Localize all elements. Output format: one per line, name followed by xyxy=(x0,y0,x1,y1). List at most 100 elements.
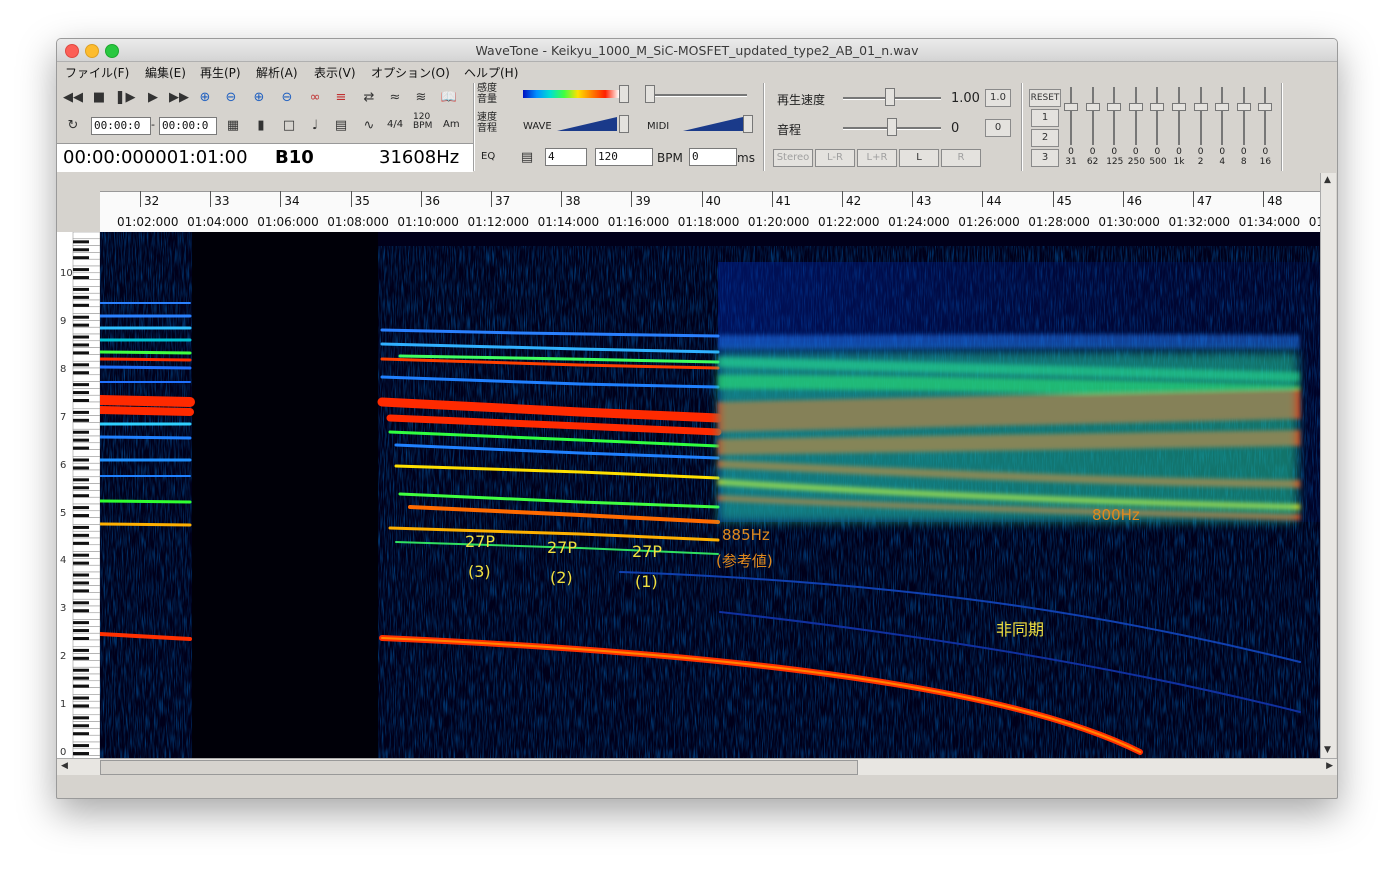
reset-speed-button[interactable]: 1.0 xyxy=(985,89,1011,107)
black-key[interactable] xyxy=(73,648,89,652)
black-key[interactable] xyxy=(73,418,89,422)
chord-label[interactable]: Am xyxy=(443,119,460,130)
white-key[interactable] xyxy=(72,517,100,525)
black-key[interactable] xyxy=(73,410,89,414)
play-icon[interactable]: ▶ xyxy=(143,87,163,107)
eq-band-slider[interactable] xyxy=(1107,87,1122,149)
eq-band-slider[interactable] xyxy=(1193,87,1208,149)
eq-preset-1-button[interactable]: 1 xyxy=(1031,109,1059,127)
black-key[interactable] xyxy=(73,589,89,593)
black-key[interactable] xyxy=(73,514,89,518)
white-key[interactable] xyxy=(72,639,100,648)
black-key[interactable] xyxy=(73,704,89,708)
swap-icon[interactable]: ⇄ xyxy=(359,87,379,107)
loop-icon[interactable]: ↻ xyxy=(63,115,83,135)
selection-end-field[interactable]: 00:00:0 xyxy=(159,117,217,135)
black-key[interactable] xyxy=(73,458,89,462)
black-key[interactable] xyxy=(73,561,89,565)
black-key[interactable] xyxy=(73,240,89,244)
stop-icon[interactable]: ■ xyxy=(89,87,109,107)
menu-edit[interactable]: 編集(E) xyxy=(145,64,186,81)
eq-preset-2-button[interactable]: 2 xyxy=(1031,129,1059,147)
white-key[interactable] xyxy=(72,306,100,314)
black-key[interactable] xyxy=(73,609,89,613)
black-key[interactable] xyxy=(73,399,89,402)
black-key[interactable] xyxy=(73,438,89,442)
reset-pitch-button[interactable]: 0 xyxy=(985,119,1011,137)
expand-horizontal-icon[interactable]: ∞ xyxy=(305,87,325,107)
book-icon[interactable]: 📖 xyxy=(439,87,459,107)
white-key[interactable] xyxy=(72,401,100,410)
playback-speed-thumb[interactable] xyxy=(885,88,895,106)
white-key[interactable] xyxy=(72,326,100,335)
white-key[interactable] xyxy=(72,232,100,240)
black-key[interactable] xyxy=(73,494,89,498)
beats-field[interactable]: 4 xyxy=(545,148,587,166)
eq-band-slider[interactable] xyxy=(1064,87,1078,149)
black-key[interactable] xyxy=(73,533,89,537)
menu-analysis[interactable]: 解析(A) xyxy=(256,64,298,81)
l-minus-r-button[interactable]: L-R xyxy=(815,149,855,167)
scroll-left-icon[interactable]: ◀ xyxy=(61,761,68,771)
black-key[interactable] xyxy=(73,478,89,482)
black-key[interactable] xyxy=(73,351,89,355)
zoom-in-horizontal-icon[interactable]: ⊕ xyxy=(195,87,215,107)
black-key[interactable] xyxy=(73,363,89,367)
menu-help[interactable]: ヘルプ(H) xyxy=(464,64,518,81)
black-key[interactable] xyxy=(73,601,89,605)
black-key[interactable] xyxy=(73,525,89,529)
black-key[interactable] xyxy=(73,383,89,387)
menu-file[interactable]: ファイル(F) xyxy=(65,64,129,81)
offset-ms-field[interactable]: 0 xyxy=(689,148,737,166)
volume-slider-thumb[interactable] xyxy=(645,85,655,103)
black-key[interactable] xyxy=(73,752,89,756)
black-key[interactable] xyxy=(73,335,89,339)
black-key[interactable] xyxy=(73,466,89,470)
piano-keyboard[interactable]: 10 9 8 7 6 5 4 3 2 1 0 xyxy=(57,232,100,758)
zoom-out-vertical-icon[interactable]: ⊖ xyxy=(277,87,297,107)
zoom-out-horizontal-icon[interactable]: ⊖ xyxy=(221,87,241,107)
white-key[interactable] xyxy=(72,734,100,743)
eq-preset-3-button[interactable]: 3 xyxy=(1031,149,1059,167)
scroll-right-icon[interactable]: ▶ xyxy=(1326,761,1333,771)
black-key[interactable] xyxy=(73,391,89,395)
white-key[interactable] xyxy=(72,422,100,430)
left-channel-button[interactable]: L xyxy=(899,149,939,167)
note-icon[interactable]: ♩ xyxy=(305,115,325,135)
black-key[interactable] xyxy=(73,248,89,252)
black-key[interactable] xyxy=(73,486,89,490)
table-icon[interactable]: ▤ xyxy=(331,115,351,135)
white-key[interactable] xyxy=(72,449,100,457)
black-key[interactable] xyxy=(73,656,89,660)
black-key[interactable] xyxy=(73,541,89,545)
selection-start-field[interactable]: 00:00:0 xyxy=(91,117,151,135)
black-key[interactable] xyxy=(73,629,89,633)
fast-forward-icon[interactable]: ▶▶ xyxy=(169,87,189,107)
eq-band-slider[interactable] xyxy=(1172,87,1186,149)
white-key[interactable] xyxy=(72,592,100,600)
spectrogram-view[interactable]: 27P (3) 27P (2) 27P (1) 885Hz (参考値) 800H… xyxy=(100,232,1320,758)
horizontal-scroll-thumb[interactable] xyxy=(100,760,858,775)
menu-view[interactable]: 表示(V) xyxy=(314,64,356,81)
select-rect-icon[interactable]: □ xyxy=(279,115,299,135)
waveform-score-icon[interactable]: ≋ xyxy=(411,87,431,107)
black-key[interactable] xyxy=(73,581,89,585)
stereo-button[interactable]: Stereo xyxy=(773,149,813,167)
white-key[interactable] xyxy=(72,354,100,362)
white-key[interactable] xyxy=(72,544,100,552)
black-key[interactable] xyxy=(73,256,89,260)
black-key[interactable] xyxy=(73,724,89,728)
black-key[interactable] xyxy=(73,323,89,327)
menu-options[interactable]: オプション(O) xyxy=(371,64,450,81)
curve-icon[interactable]: ∿ xyxy=(359,115,379,135)
black-key[interactable] xyxy=(73,744,89,748)
l-plus-r-button[interactable]: L+R xyxy=(857,149,897,167)
black-key[interactable] xyxy=(73,315,89,319)
white-key[interactable] xyxy=(72,258,100,267)
shrink-horizontal-icon[interactable]: ≡ xyxy=(331,87,351,107)
white-key[interactable] xyxy=(72,612,100,620)
pause-icon[interactable]: ❚▶ xyxy=(115,87,136,107)
black-key[interactable] xyxy=(73,621,89,625)
midi-volume-ramp[interactable] xyxy=(683,117,743,131)
black-key[interactable] xyxy=(73,295,89,299)
